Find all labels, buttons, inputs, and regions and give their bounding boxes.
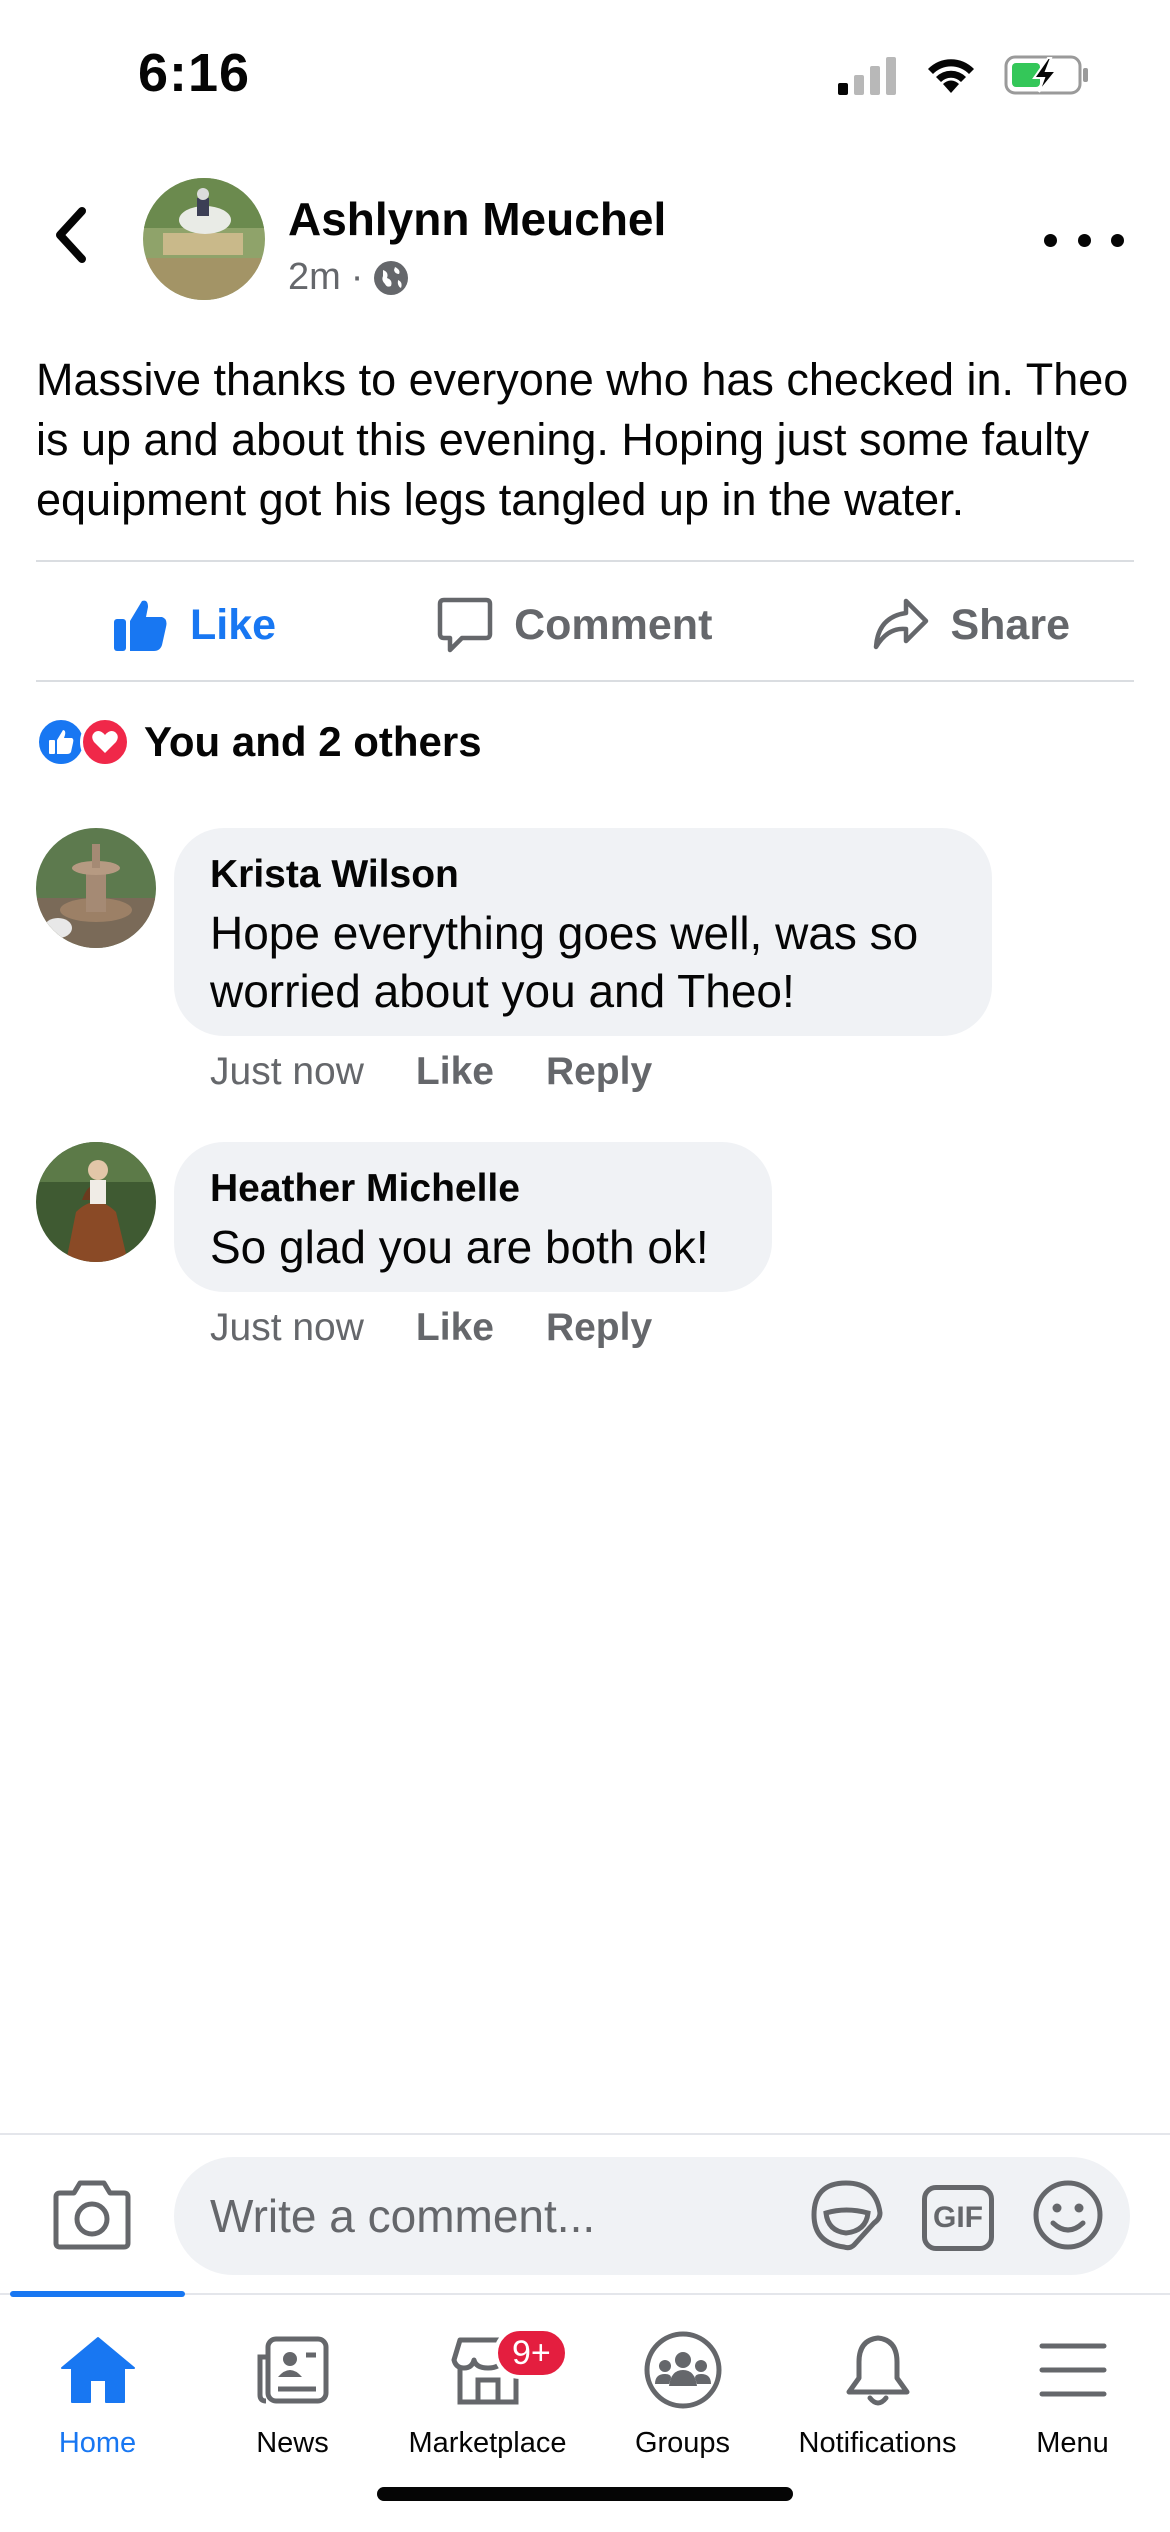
cellular-signal-icon xyxy=(838,57,896,95)
tab-groups[interactable]: Groups xyxy=(585,2325,780,2460)
commenter-name[interactable]: Heather Michelle xyxy=(210,1164,736,1214)
more-dot-icon xyxy=(1077,233,1091,247)
share-label: Share xyxy=(950,600,1070,649)
author-avatar-image xyxy=(143,178,265,300)
commenter-avatar-image xyxy=(36,1142,156,1262)
home-icon xyxy=(60,2337,135,2403)
love-reaction-icon xyxy=(80,717,130,767)
thumbs-up-icon xyxy=(114,600,167,651)
groups-icon xyxy=(644,2331,721,2409)
like-label: Like xyxy=(190,600,277,649)
comment-composer: GIF xyxy=(0,2133,1170,2293)
smiley-icon xyxy=(1033,2180,1103,2250)
post-header: Ashlynn Meuchel 2m · xyxy=(0,170,1170,310)
share-arrow-icon xyxy=(874,598,929,650)
comment-bubble[interactable]: Heather Michelle So glad you are both ok… xyxy=(174,1142,772,1292)
commenter-avatar-image xyxy=(36,828,156,948)
author-name[interactable]: Ashlynn Meuchel xyxy=(288,192,666,246)
status-icons xyxy=(838,54,1090,96)
more-dot-icon xyxy=(1044,233,1057,247)
tab-notifications-label: Notifications xyxy=(798,2427,957,2459)
composer-icons: GIF xyxy=(810,2179,1104,2256)
comment-meta: Just now Like Reply xyxy=(210,1050,652,1094)
more-options-button[interactable] xyxy=(1044,220,1124,260)
comment-time: Just now xyxy=(210,1050,364,1093)
battery-charging-icon xyxy=(1004,55,1088,95)
comment-like-button[interactable]: Like xyxy=(416,1050,494,1094)
comment-text-line: worried about you and Theo! xyxy=(210,965,795,1017)
marketplace-badge: 9+ xyxy=(494,2327,569,2379)
wifi-icon xyxy=(928,59,974,93)
globe-icon xyxy=(374,260,409,295)
comment-bubble-icon xyxy=(437,597,493,653)
reactions-summary[interactable]: You and 2 others xyxy=(36,712,482,772)
status-bar: 6:16 xyxy=(0,0,1170,150)
sticker-icon xyxy=(811,2180,883,2251)
menu-icon xyxy=(1039,2343,1106,2397)
news-icon xyxy=(257,2336,328,2404)
comment-item: Heather Michelle So glad you are both ok… xyxy=(36,1142,1136,1352)
sticker-button[interactable] xyxy=(810,2179,884,2256)
camera-button[interactable] xyxy=(52,2177,132,2251)
emoji-button[interactable] xyxy=(1032,2179,1104,2256)
like-reaction-icon xyxy=(36,717,86,767)
comment-text-line: Hope everything goes well, was so xyxy=(210,907,919,959)
tab-marketplace[interactable]: 9+ Marketplace xyxy=(390,2325,585,2460)
meta-separator: · xyxy=(350,256,364,298)
chevron-left-icon xyxy=(56,207,86,263)
comment-time: Just now xyxy=(210,1306,364,1349)
comment-label: Comment xyxy=(514,600,713,649)
commenter-name[interactable]: Krista Wilson xyxy=(210,850,956,900)
commenter-avatar[interactable] xyxy=(36,828,156,948)
post-meta: 2m · xyxy=(288,256,409,299)
commenter-avatar[interactable] xyxy=(36,1142,156,1262)
like-button[interactable]: Like xyxy=(112,597,276,653)
comment-reply-button[interactable]: Reply xyxy=(546,1050,652,1094)
comment-like-button[interactable]: Like xyxy=(416,1306,494,1350)
divider xyxy=(36,680,1134,682)
status-time: 6:16 xyxy=(138,43,251,103)
camera-icon xyxy=(53,2180,131,2250)
tab-groups-label: Groups xyxy=(634,2427,731,2459)
tab-home-label: Home xyxy=(58,2427,137,2459)
comment-item: Krista Wilson Hope everything goes well,… xyxy=(36,828,1136,1098)
reactions-text: You and 2 others xyxy=(144,718,482,765)
tab-news-label: News xyxy=(256,2427,329,2459)
comment-bubble[interactable]: Krista Wilson Hope everything goes well,… xyxy=(174,828,992,1036)
post-time[interactable]: 2m xyxy=(288,256,341,299)
back-button[interactable] xyxy=(40,200,100,270)
comment-button[interactable]: Comment xyxy=(436,596,712,654)
tab-menu-label: Menu xyxy=(1036,2427,1109,2459)
post-text: Massive thanks to everyone who has check… xyxy=(36,354,1129,525)
gif-label: GIF xyxy=(933,2200,983,2234)
comment-text-line: So glad you are both ok! xyxy=(210,1221,709,1273)
tab-menu[interactable]: Menu xyxy=(975,2325,1170,2460)
bell-icon xyxy=(846,2335,909,2406)
author-avatar[interactable] xyxy=(143,178,265,300)
tab-notifications[interactable]: Notifications xyxy=(780,2325,975,2460)
gif-button[interactable]: GIF xyxy=(922,2184,994,2251)
post-action-bar: Like Comment Share xyxy=(36,575,1134,675)
tab-marketplace-label: Marketplace xyxy=(408,2427,567,2459)
divider xyxy=(36,560,1134,562)
comment-reply-button[interactable]: Reply xyxy=(546,1306,652,1350)
active-tab-indicator xyxy=(10,2291,185,2297)
share-button[interactable]: Share xyxy=(872,597,1070,653)
home-indicator[interactable] xyxy=(377,2487,793,2501)
comment-meta: Just now Like Reply xyxy=(210,1306,652,1350)
tab-news[interactable]: News xyxy=(195,2325,390,2460)
tab-home[interactable]: Home xyxy=(0,2325,195,2460)
more-dot-icon xyxy=(1111,233,1124,247)
